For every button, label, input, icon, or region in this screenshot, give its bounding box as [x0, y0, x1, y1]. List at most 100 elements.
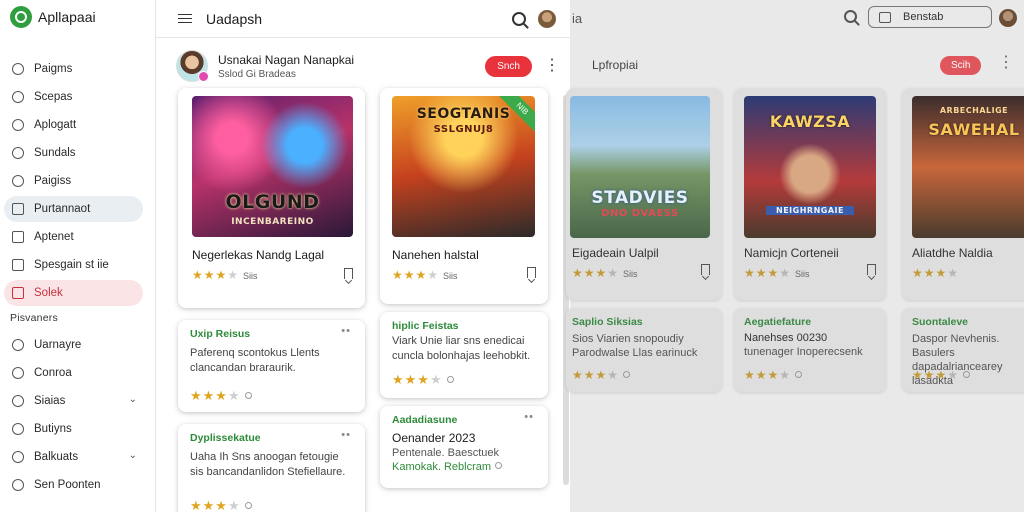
sidebar-item-uarnayre[interactable]: Uarnayre	[4, 332, 143, 358]
game-thumbnail: SEOGTANIS SSLGNUJ8 NIB	[392, 96, 535, 237]
sidebar-section-heading: Pisvaners	[10, 312, 58, 324]
follow-button[interactable]: Snch	[485, 55, 532, 77]
circle-icon	[12, 423, 24, 435]
review-rating: ★★★★	[392, 372, 454, 388]
sidebar-item-aplogatt[interactable]: Aplogatt	[4, 112, 143, 138]
rating-label: Siis	[443, 271, 458, 281]
game-card[interactable]: OLGUND INCENBAREINO Negerlekas Nandg Lag…	[178, 88, 365, 308]
sidebar-item-label: Siaias	[34, 395, 66, 407]
info-icon	[963, 371, 971, 378]
alert-icon	[12, 287, 24, 299]
review-card[interactable]: Saplio Siksias Sios Viarien snopoudiy Pa…	[566, 308, 722, 392]
chevron-down-icon[interactable]: ⌄	[129, 450, 137, 461]
circle-icon	[12, 367, 24, 379]
bookmark-icon[interactable]	[867, 264, 876, 275]
review-tag-text: Kamokak. Reblcram	[392, 461, 492, 473]
sidebar-item-label: Purtannaot	[34, 203, 91, 215]
game-rating: ★★★★ Siis	[192, 268, 258, 282]
target-icon	[12, 395, 24, 407]
game-card[interactable]: KAWZSA NEIGHRNGAIE Namicjn Corteneii ★★★…	[734, 88, 886, 300]
review-body: Paferenq scontokus Llents clancandan bra…	[190, 347, 320, 374]
sidebar-item-conroa[interactable]: Conroa	[4, 360, 143, 386]
review-card[interactable]: Aadadiasune •• Oenander 2023 Pentenale. …	[380, 406, 548, 488]
user-avatar[interactable]	[999, 9, 1017, 27]
sidebar-item-sen-poonten[interactable]: Sen Poonten	[4, 472, 143, 498]
artwork-title: STADVIES	[591, 188, 689, 208]
sidebar-item-solek[interactable]: Solek	[4, 280, 143, 306]
bookmark-icon[interactable]	[344, 268, 353, 279]
app-logo-icon	[10, 6, 32, 28]
circle-icon	[12, 147, 24, 159]
game-title: Nanehen halstal	[392, 248, 479, 262]
review-heading: Dyplissekatue	[190, 432, 261, 444]
sidebar-item-label: Spesgain st iie	[34, 259, 109, 271]
info-icon	[795, 371, 803, 378]
info-icon	[623, 371, 631, 378]
app-brand[interactable]: Apllapaai	[0, 0, 155, 34]
sidebar-nav: Paigms Scepas Aplogatt Sundals Paigiss P…	[0, 56, 155, 498]
sidebar-item-aptenet[interactable]: Aptenet	[4, 224, 143, 250]
sidebar-item-siaias[interactable]: Siaias ⌄	[4, 388, 143, 414]
chevron-down-icon[interactable]: ⌄	[129, 394, 137, 405]
review-card[interactable]: Aegatiefature Nanehses 00230 tunenager I…	[734, 308, 886, 392]
sidebar-item-scepas[interactable]: Scepas	[4, 84, 143, 110]
game-title: Aliatdhe Naldia	[912, 246, 993, 260]
more-options-icon[interactable]: ⋮	[998, 55, 1014, 71]
rating-label: Siis	[795, 269, 810, 279]
sidebar-item-purtannaot[interactable]: Purtannaot	[4, 196, 143, 222]
bookmark-icon[interactable]	[527, 267, 536, 278]
bookmark-icon[interactable]	[701, 264, 710, 275]
sidebar-item-label: Uarnayre	[34, 339, 82, 351]
sidebar-item-butiyns[interactable]: Butiyns	[4, 416, 143, 442]
sidebar-item-label: Balkuats	[34, 451, 79, 463]
top-bar: Uadapsh	[156, 0, 570, 38]
menu-icon[interactable]	[178, 13, 192, 24]
artwork-subtitle: ARBECHALIGE	[939, 106, 1009, 115]
sidebar-item-paigiss[interactable]: Paigiss	[4, 168, 143, 194]
sidebar-item-label: Conroa	[34, 367, 72, 379]
user-avatar[interactable]	[538, 9, 556, 28]
review-card[interactable]: hiplic Feistas Viark Unie liar sns enedi…	[380, 312, 548, 398]
review-card[interactable]: Uxip Reisus •• Paferenq scontokus Llents…	[178, 320, 365, 412]
more-icon[interactable]: ••	[524, 411, 534, 423]
review-body-line: Nanehses 00230	[744, 332, 828, 344]
info-icon	[244, 502, 252, 509]
sidebar-item-paigms[interactable]: Paigms	[4, 56, 143, 82]
sidebar-item-label: Sen Poonten	[34, 479, 101, 491]
artwork-title: SAWEHAL	[928, 120, 1020, 139]
search-icon[interactable]	[512, 11, 526, 26]
sidebar-item-label: Scepas	[34, 91, 73, 103]
profile-name: Lpfropiai	[592, 58, 639, 72]
search-field[interactable]: Benstab	[868, 6, 992, 28]
game-card[interactable]: SAWEHAL ARBECHALIGE Aliatdhe Naldia ★★★★	[902, 88, 1024, 300]
profile-avatar[interactable]	[176, 50, 209, 82]
artwork-title: OLGUND	[225, 191, 320, 213]
review-card[interactable]: Dyplissekatue •• Uaha Ih Sns anoogan fet…	[178, 424, 365, 512]
profile-header: Usnakai Nagan Nanapkai Sslod Gi Bradeas …	[156, 38, 570, 94]
review-card[interactable]: Suontaleve Daspor Nevhenis. Basulers dap…	[902, 308, 1024, 392]
more-options-icon[interactable]: ⋮	[544, 58, 560, 74]
review-body-line: tunenager Inoperecsenk	[744, 346, 863, 358]
game-title: Namicjn Corteneii	[744, 246, 839, 260]
game-card[interactable]: SEOGTANIS SSLGNUJ8 NIB Nanehen halstal ★…	[380, 88, 548, 304]
sidebar-item-balkuats[interactable]: Balkuats ⌄	[4, 444, 143, 470]
folder-icon	[12, 203, 24, 215]
check-circle-icon	[12, 175, 24, 187]
more-icon[interactable]: ••	[341, 429, 351, 441]
more-icon[interactable]: ••	[341, 325, 351, 337]
sidebar-item-spesgain[interactable]: Spesgain st iie	[4, 252, 143, 278]
review-body: Sios Viarien snopoudiy Parodwalse Llas e…	[572, 333, 698, 359]
info-icon	[495, 462, 503, 469]
game-thumbnail: STADVIES DNO DVAESS	[570, 96, 710, 238]
info-icon	[446, 376, 454, 383]
game-title: Eigadeain Ualpil	[572, 246, 659, 260]
artwork-subtitle: INCENBAREINO	[231, 217, 314, 227]
game-card[interactable]: STADVIES DNO DVAESS Eigadeain Ualpil ★★★…	[566, 88, 722, 300]
follow-button[interactable]: Scih	[940, 56, 982, 75]
artwork-title: KAWZSA	[769, 112, 851, 131]
game-thumbnail: SAWEHAL ARBECHALIGE	[912, 96, 1024, 238]
sidebar: Apllapaai Paigms Scepas Aplogatt Sundals…	[0, 0, 156, 512]
game-title: Negerlekas Nandg Lagal	[192, 248, 325, 262]
sidebar-item-sundals[interactable]: Sundals	[4, 140, 143, 166]
search-icon[interactable]	[844, 10, 857, 23]
